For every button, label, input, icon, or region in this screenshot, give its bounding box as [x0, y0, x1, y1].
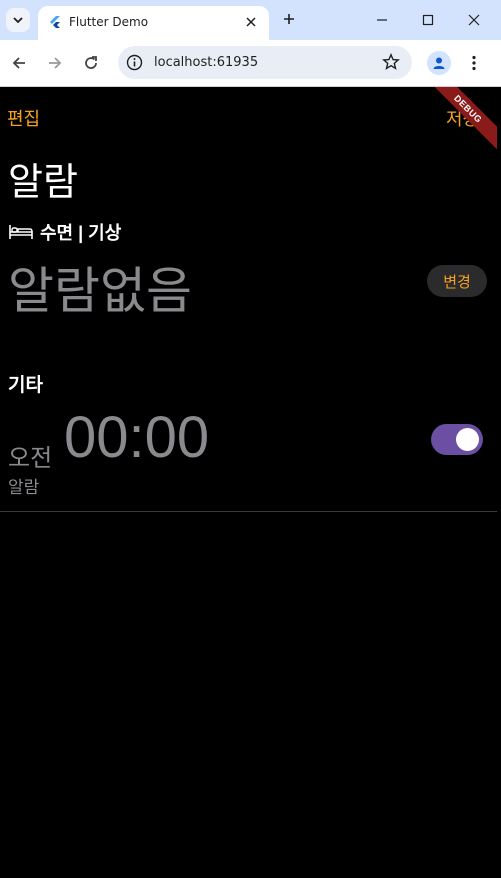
other-section-header: 기타: [8, 375, 43, 396]
reload-button[interactable]: [79, 51, 103, 75]
maximize-button[interactable]: [414, 8, 442, 32]
tab-search-button[interactable]: [6, 8, 30, 32]
info-icon[interactable]: [126, 54, 143, 71]
flutter-icon: [50, 16, 60, 28]
alarm-time: 00:00: [64, 405, 210, 470]
star-icon[interactable]: [382, 53, 400, 71]
no-alarm-text: 알람없음: [8, 263, 192, 319]
url-text: localhost:61935: [154, 55, 259, 70]
close-tab-button[interactable]: [243, 14, 259, 30]
minimize-icon: [377, 19, 387, 21]
alarm-ampm: 오전: [8, 445, 53, 472]
toggle-knob: [456, 428, 479, 451]
alarm-app: 편집 저장 DEBUG 알람 수면 | 기상 알람없음 변경 기타 오전 00:…: [0, 87, 497, 877]
bed-icon: [9, 225, 33, 239]
more-vert-icon: [472, 55, 476, 71]
browser-toolbar: localhost:61935: [0, 40, 501, 87]
browser-tab[interactable]: Flutter Demo: [38, 6, 269, 40]
forward-arrow-icon: [49, 57, 62, 69]
alarm-toggle[interactable]: [431, 424, 483, 455]
browser-window: Flutter Demo localhost:61935 편집 저장 DEBUG…: [0, 0, 501, 878]
profile-icon: [433, 57, 445, 69]
edit-button[interactable]: 편집: [7, 105, 40, 131]
forward-button[interactable]: [43, 51, 67, 75]
profile-button[interactable]: [427, 51, 451, 75]
new-tab-button[interactable]: [279, 9, 299, 29]
divider: [0, 511, 497, 512]
chevron-down-icon: [13, 17, 23, 24]
close-icon: [246, 17, 256, 27]
close-window-button[interactable]: [460, 8, 488, 32]
minimize-button[interactable]: [368, 8, 396, 32]
tab-strip: Flutter Demo: [0, 0, 501, 40]
sleep-section-label: 수면 | 기상: [40, 223, 122, 243]
plus-icon: [284, 14, 294, 24]
back-button[interactable]: [7, 51, 31, 75]
change-button[interactable]: 변경: [427, 265, 487, 297]
close-icon: [468, 14, 480, 26]
back-arrow-icon: [12, 57, 25, 69]
maximize-icon: [422, 14, 434, 26]
reload-icon: [85, 56, 97, 69]
address-bar[interactable]: localhost:61935: [118, 46, 412, 79]
tab-title: Flutter Demo: [69, 15, 149, 29]
browser-menu-button[interactable]: [466, 51, 482, 75]
page-title: 알람: [8, 162, 78, 204]
sleep-section-header: 수면 | 기상: [8, 219, 121, 245]
alarm-label: 알람: [8, 478, 40, 497]
